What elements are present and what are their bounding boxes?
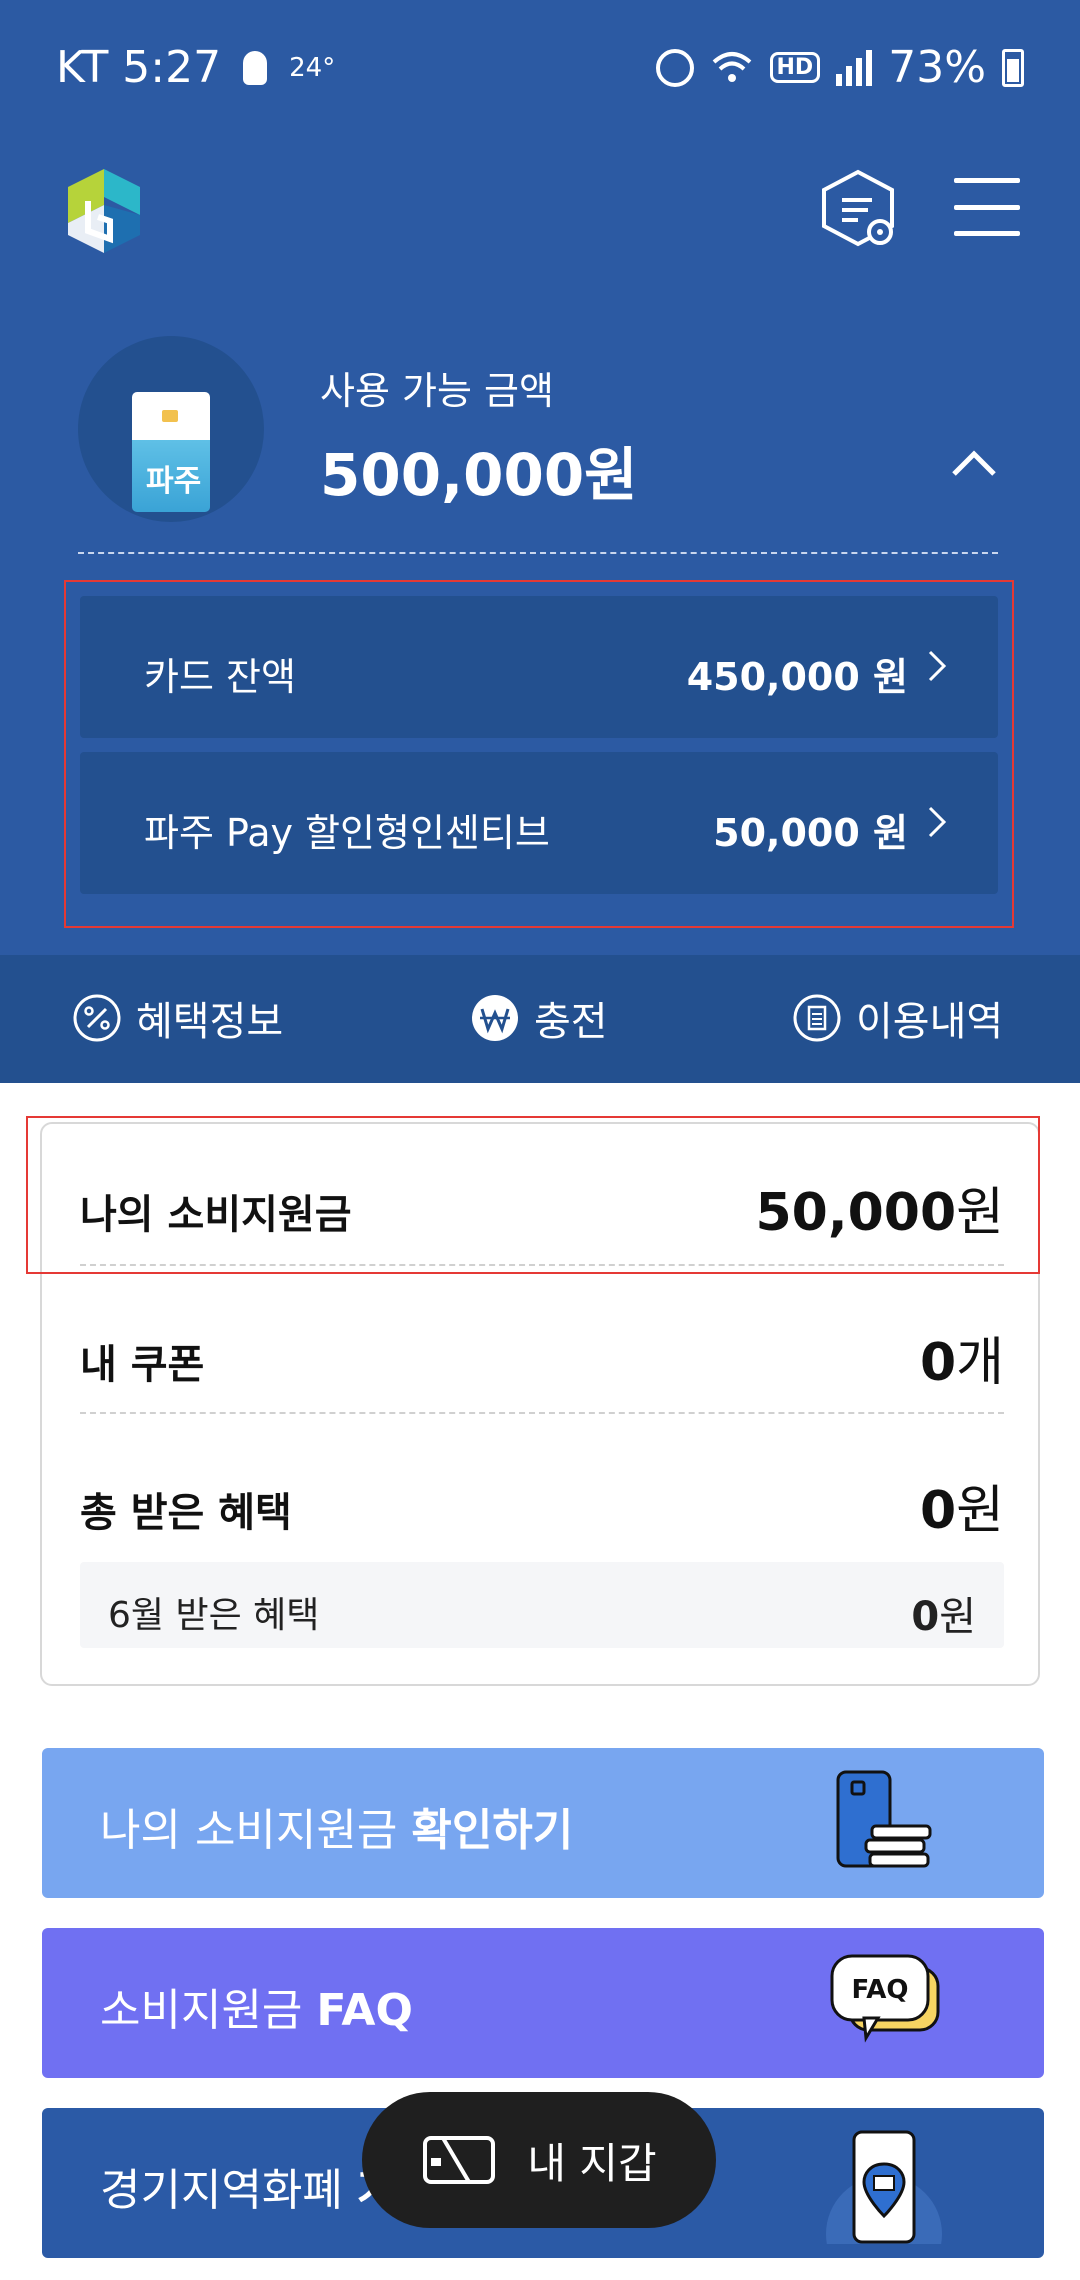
history-label: 이용내역: [856, 999, 1004, 1045]
percent-icon: [73, 994, 121, 1042]
hd-icon: HD: [769, 52, 821, 83]
won-icon: [472, 995, 518, 1041]
card-balance-value: 450,000 원: [686, 655, 908, 699]
faq-bubble-icon: FAQ: [830, 1954, 940, 2043]
banner-text: 나의 소비지원금 확인하기: [100, 1805, 574, 1856]
chevron-right-icon: [928, 806, 947, 838]
store-location-icon: [826, 2130, 942, 2244]
history-button[interactable]: 이용내역: [792, 989, 1003, 1047]
available-amount: 500,000원: [320, 441, 638, 509]
alarm-icon: [655, 48, 694, 87]
total-benefit-value: 0원: [919, 1481, 1004, 1541]
benefit-info-button[interactable]: 혜택정보: [72, 989, 283, 1047]
document-settings-icon[interactable]: [818, 168, 902, 252]
incentive-value: 50,000 원: [713, 811, 908, 855]
temperature: 24°: [289, 52, 336, 83]
signal-icon: [836, 49, 873, 86]
month-benefit-row: 6월 받은 혜택 0원: [80, 1562, 1004, 1648]
total-benefit-label: 총 받은 혜택: [80, 1490, 292, 1536]
wallet-icon: [423, 2136, 496, 2184]
wallet-label: 내 지갑: [527, 2138, 657, 2188]
status-left: KT 5:27 24°: [56, 42, 335, 93]
incentive-label: 파주 Pay 할인형인센티브: [144, 811, 550, 855]
charge-label: 충전: [534, 999, 608, 1045]
action-menu-bar: 혜택정보 충전 이용내역: [0, 955, 1080, 1083]
card-balance-row[interactable]: 카드 잔액 450,000 원: [80, 596, 998, 738]
charge-button[interactable]: 충전: [470, 989, 608, 1047]
app-logo-icon[interactable]: [58, 165, 150, 257]
menu-hamburger-icon[interactable]: [954, 178, 1020, 236]
svg-text:FAQ: FAQ: [851, 1975, 908, 2005]
check-subsidy-banner[interactable]: 나의 소비지원금 확인하기: [42, 1748, 1044, 1898]
balance-box: 카드 잔액 450,000 원 파주 Pay 할인형인센티브 50,000 원: [64, 580, 1014, 928]
status-right: HD 73%: [655, 42, 1024, 93]
battery-icon: [1002, 48, 1024, 87]
coupon-row[interactable]: 내 쿠폰 0개: [42, 1314, 1042, 1414]
chevron-right-icon: [928, 650, 947, 682]
banner-text: 소비지원금 FAQ: [100, 1985, 413, 2036]
phone-coins-icon: [836, 1770, 932, 1868]
paju-card-image: 파주: [132, 392, 210, 512]
my-wallet-button[interactable]: 내 지갑: [362, 2092, 716, 2228]
month-benefit-value: 0원: [911, 1594, 976, 1640]
status-bar: KT 5:27 24° HD 73%: [0, 0, 1080, 140]
coupon-label: 내 쿠폰: [80, 1342, 205, 1388]
incentive-balance-row[interactable]: 파주 Pay 할인형인센티브 50,000 원: [80, 752, 998, 894]
card-balance-label: 카드 잔액: [144, 655, 296, 699]
divider: [80, 1412, 1004, 1414]
subsidy-faq-banner[interactable]: 소비지원금 FAQ FAQ: [42, 1928, 1044, 2078]
bulb-icon: [243, 50, 268, 85]
top-panel: KT 5:27 24° HD 73% 파주 사용 가능 금액 500,000원 …: [0, 0, 1080, 1083]
chevron-up-icon[interactable]: [950, 440, 998, 488]
coupon-value: 0개: [919, 1333, 1004, 1393]
banner-text: 경기지역화폐 가: [100, 2165, 397, 2216]
available-amount-label: 사용 가능 금액: [320, 369, 554, 413]
history-icon: [793, 994, 841, 1042]
highlight-box: [26, 1116, 1040, 1274]
month-benefit-label: 6월 받은 혜택: [108, 1595, 320, 1636]
carrier-time: KT 5:27: [56, 42, 222, 93]
benefit-info-label: 혜택정보: [136, 999, 284, 1045]
total-benefit-row: 총 받은 혜택 0원: [42, 1462, 1042, 1562]
wifi-icon: [712, 51, 751, 82]
card-thumbnail[interactable]: 파주: [78, 336, 264, 522]
battery-percent: 73%: [888, 42, 986, 93]
divider: [78, 552, 998, 554]
